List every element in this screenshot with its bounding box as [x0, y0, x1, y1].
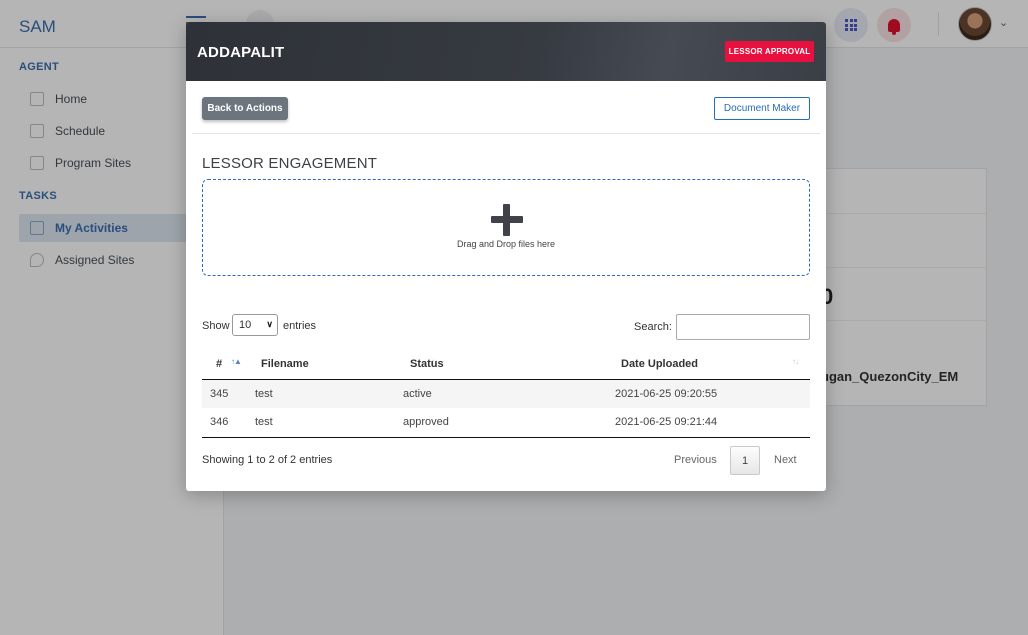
table-info: Showing 1 to 2 of 2 entries [202, 454, 333, 466]
search-input[interactable] [676, 314, 810, 340]
status-badge: LESSOR APPROVAL [725, 41, 814, 62]
column-header-filename[interactable]: Filename ↑↓ [255, 350, 438, 380]
document-maker-button[interactable]: Document Maker [714, 97, 810, 120]
back-to-actions-button[interactable]: Back to Actions [202, 97, 288, 120]
column-header-id[interactable]: # ↑▲ [202, 350, 255, 380]
table-header-row: # ↑▲ Filename ↑↓ Status ↑↓ Date Uploaded… [202, 350, 810, 380]
divider [192, 133, 820, 134]
entries-label: entries [283, 320, 317, 332]
chevron-down-icon: ∨ [266, 319, 273, 329]
table-row[interactable]: 346 test approved 2021-06-25 09:21:44 [202, 408, 810, 438]
table-row[interactable]: 345 test active 2021-06-25 09:20:55 [202, 379, 810, 408]
modal-title: ADDAPALIT [197, 44, 285, 61]
pagination-page-1[interactable]: 1 [730, 446, 760, 475]
cell-date: 2021-06-25 09:21:44 [615, 408, 810, 438]
cell-id: 346 [202, 408, 255, 438]
cell-filename: test [255, 379, 403, 408]
search-label: Search: [634, 321, 672, 333]
plus-icon [491, 204, 523, 236]
dropzone-text: Drag and Drop files here [456, 239, 556, 249]
cell-status: approved [403, 408, 615, 438]
show-label: Show [202, 320, 230, 332]
activity-modal: ADDAPALIT LESSOR APPROVAL Back to Action… [186, 22, 826, 491]
pagination-next[interactable]: Next [774, 454, 797, 466]
entries-select[interactable]: 10 ∨ [232, 314, 278, 336]
file-dropzone[interactable]: Drag and Drop files here [202, 179, 810, 276]
cell-date: 2021-06-25 09:20:55 [615, 379, 810, 408]
cell-status: active [403, 379, 615, 408]
files-table: # ↑▲ Filename ↑↓ Status ↑↓ Date Uploaded… [202, 350, 810, 438]
pagination-previous[interactable]: Previous [674, 454, 717, 466]
modal-header: ADDAPALIT LESSOR APPROVAL [186, 22, 826, 81]
column-header-date[interactable]: Date Uploaded ↑↓ [615, 350, 810, 380]
cell-filename: test [255, 408, 403, 438]
column-header-status[interactable]: Status ↑↓ [403, 350, 799, 380]
cell-id: 345 [202, 379, 255, 408]
sort-asc-icon: ↑▲ [231, 357, 242, 366]
section-title: LESSOR ENGAGEMENT [202, 155, 378, 172]
entries-value: 10 [239, 319, 252, 331]
